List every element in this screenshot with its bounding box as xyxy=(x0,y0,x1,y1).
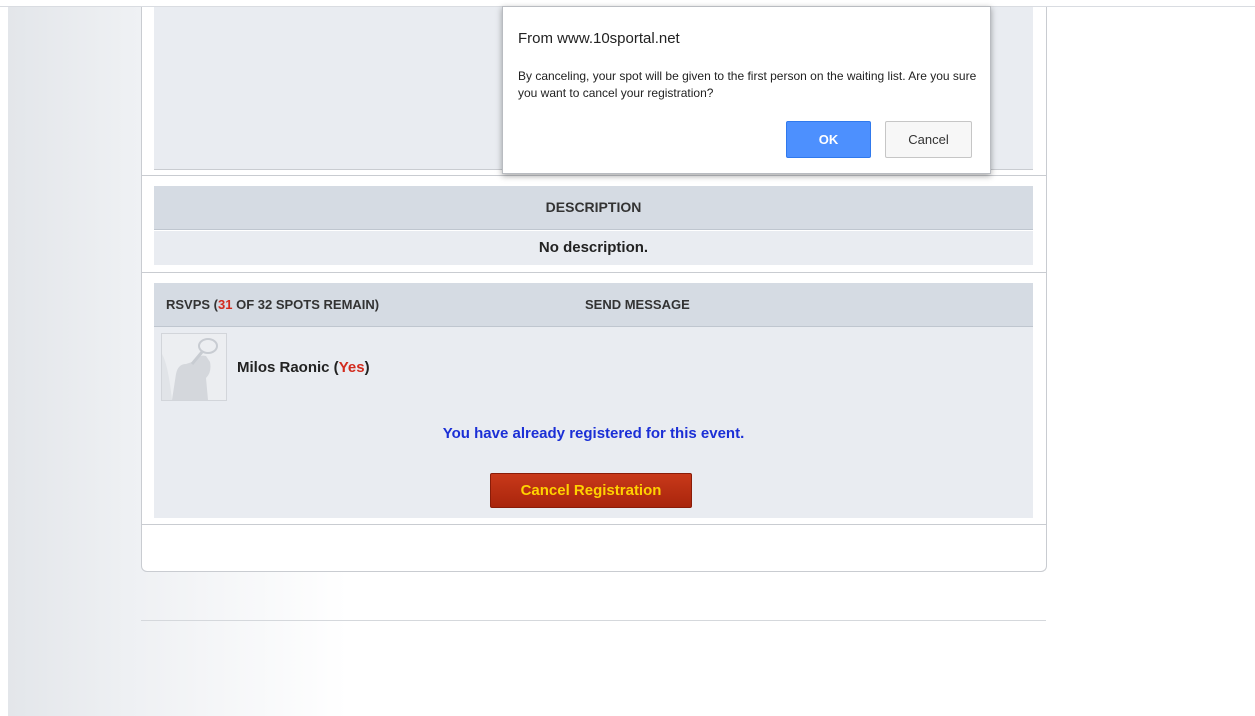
rsvp-header: RSVPS (31 OF 32 SPOTS REMAIN) SEND MESSA… xyxy=(154,283,1033,327)
description-text: No description. xyxy=(154,231,1033,265)
send-message-link[interactable]: SEND MESSAGE xyxy=(585,283,690,326)
page-bottom-rule xyxy=(141,620,1046,621)
rsvp-title-prefix: RSVPS ( xyxy=(166,297,219,312)
attendee-status: Yes xyxy=(338,359,365,376)
rsvp-title-suffix: OF 32 SPOTS REMAIN) xyxy=(232,297,380,312)
section-divider xyxy=(142,175,1046,176)
attendee-name-text: Milos Raonic xyxy=(237,359,330,376)
description-header: DESCRIPTION xyxy=(154,186,1033,230)
tennis-player-silhouette-icon xyxy=(162,334,226,400)
avatar[interactable] xyxy=(161,333,227,401)
section-divider xyxy=(142,272,1046,273)
dialog-message: By canceling, your spot will be given to… xyxy=(518,69,977,100)
attendee-name[interactable]: Milos Raonic (Yes) xyxy=(237,359,370,376)
rsvp-title: RSVPS (31 OF 32 SPOTS REMAIN) xyxy=(166,283,379,326)
already-registered-message: You have already registered for this eve… xyxy=(442,425,745,442)
attendee-status-prefix: ( xyxy=(329,359,339,376)
panel-footer-divider xyxy=(142,524,1046,525)
dialog-title: From www.10sportal.net xyxy=(518,30,680,47)
cancel-registration-button[interactable]: Cancel Registration xyxy=(490,473,692,508)
cancel-button[interactable]: Cancel xyxy=(885,121,972,158)
attendee-status-suffix: ) xyxy=(364,359,370,376)
rsvp-list: Milos Raonic (Yes) You have already regi… xyxy=(154,327,1033,518)
ok-button[interactable]: OK xyxy=(786,121,871,158)
rsvp-spots-count: 31 xyxy=(218,297,233,312)
confirm-dialog: From www.10sportal.net By canceling, you… xyxy=(502,6,991,174)
